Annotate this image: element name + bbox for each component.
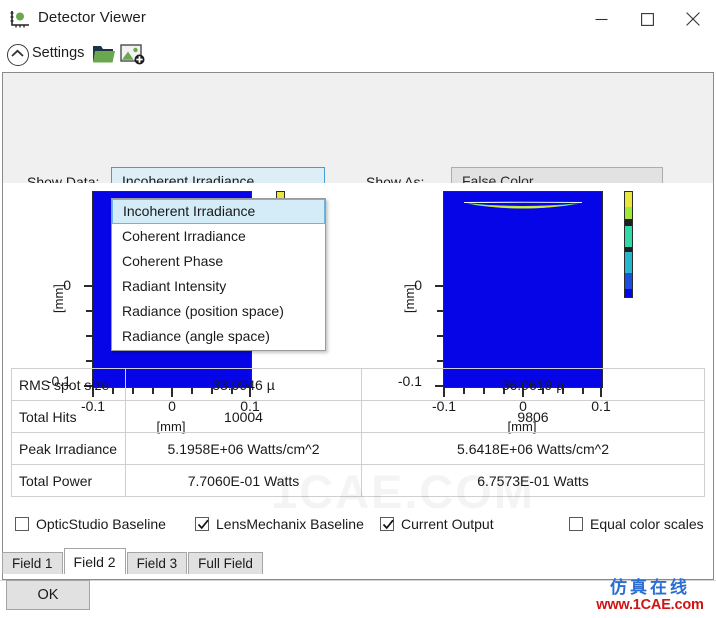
open-folder-icon[interactable] xyxy=(92,43,118,65)
row-value-col1: 7.7060E-01 Watts xyxy=(126,465,362,496)
window-controls xyxy=(578,0,716,38)
table-row: Peak Irradiance 5.1958E+06 Watts/cm^2 5.… xyxy=(11,433,705,465)
plot-right-axes xyxy=(443,191,603,388)
row-value-col2: 5.6418E+06 Watts/cm^2 xyxy=(457,440,609,457)
checkbox-current-output[interactable]: Current Output xyxy=(380,516,494,532)
detector-graph-icon xyxy=(10,10,30,28)
dropdown-option-radiance-angle-space[interactable]: Radiance (angle space) xyxy=(112,324,325,349)
tab-field-2[interactable]: Field 2 xyxy=(63,548,126,574)
footer-bar xyxy=(0,580,716,618)
dropdown-option-coherent-irradiance[interactable]: Coherent Irradiance xyxy=(112,224,325,249)
show-data-dropdown-list[interactable]: Incoherent Irradiance Coherent Irradianc… xyxy=(111,198,326,351)
row-value-col1: 10004 xyxy=(126,401,362,432)
maximize-button[interactable] xyxy=(624,0,670,38)
checkbox-equal-color-scales[interactable]: Equal color scales xyxy=(569,516,704,532)
plot-left-ytickmark xyxy=(86,310,92,312)
plot-right-streak xyxy=(463,201,583,209)
row-value-col2: 36.0619 µ xyxy=(501,376,565,393)
checkbox-label: Current Output xyxy=(401,516,494,532)
plot-left-ytickmark xyxy=(86,335,92,337)
checkbox-label: Equal color scales xyxy=(590,516,704,532)
plot-left-ytick-0: 0 xyxy=(63,277,71,293)
plot-right-ytickmark xyxy=(435,285,443,287)
plot-right-colorbar xyxy=(624,191,633,298)
detector-viewer-window: Detector Viewer Settings Show Data: Show… xyxy=(0,0,716,618)
plot-right-ytick-0: 0 xyxy=(414,277,422,293)
tab-full-field[interactable]: Full Field xyxy=(188,552,263,574)
plot-left-ytickmark xyxy=(84,285,92,287)
plot-right-ytickmark xyxy=(437,310,443,312)
plot-right-ytickmark xyxy=(437,360,443,362)
plot-left-ytickmark xyxy=(86,360,92,362)
viewer-panel: Show Data: Scale: Show As: Incoherent Ir… xyxy=(2,72,714,580)
dropdown-option-incoherent-irradiance[interactable]: Incoherent Irradiance xyxy=(112,199,325,224)
table-row: Total Hits 10004 9806 xyxy=(11,401,705,433)
checkbox-label: OpticStudio Baseline xyxy=(36,516,166,532)
tab-field-1[interactable]: Field 1 xyxy=(2,552,63,574)
row-value-col2: 9806 xyxy=(517,408,549,425)
settings-bar: Settings Graph Text xyxy=(0,38,716,103)
add-image-icon[interactable] xyxy=(120,43,146,65)
ok-button[interactable]: OK xyxy=(6,580,90,610)
field-tabs: Field 1 Field 2 Field 3 Full Field xyxy=(2,548,264,574)
dropdown-option-radiant-intensity[interactable]: Radiant Intensity xyxy=(112,274,325,299)
dropdown-option-coherent-phase[interactable]: Coherent Phase xyxy=(112,249,325,274)
detector-stats-table: RMS spot size 33.9946 µ 36.0619 µ Total … xyxy=(11,368,705,497)
checkbox-box[interactable] xyxy=(15,517,29,531)
table-row: Total Power 7.7060E-01 Watts 6.7573E-01 … xyxy=(11,465,705,497)
table-row: RMS spot size 33.9946 µ 36.0619 µ xyxy=(11,368,705,401)
overlay-options: OpticStudio Baseline LensMechanix Baseli… xyxy=(11,516,711,542)
checkbox-box[interactable] xyxy=(380,517,394,531)
title-bar: Detector Viewer xyxy=(0,0,716,38)
checkbox-label: LensMechanix Baseline xyxy=(216,516,364,532)
checkbox-lensmechanix-baseline[interactable]: LensMechanix Baseline xyxy=(195,516,364,532)
chevron-up-circle-icon[interactable] xyxy=(7,44,29,66)
row-label: Total Hits xyxy=(12,401,126,432)
row-value-col1: 5.1958E+06 Watts/cm^2 xyxy=(126,433,362,464)
plot-right-ytickmark xyxy=(437,335,443,337)
row-value-col2: 6.7573E-01 Watts xyxy=(477,472,589,489)
checkbox-opticstudio-baseline[interactable]: OpticStudio Baseline xyxy=(15,516,166,532)
checkbox-box[interactable] xyxy=(569,517,583,531)
row-label: Total Power xyxy=(12,465,126,496)
checkbox-box[interactable] xyxy=(195,517,209,531)
row-label: Peak Irradiance xyxy=(12,433,126,464)
dropdown-option-radiance-position-space[interactable]: Radiance (position space) xyxy=(112,299,325,324)
window-title: Detector Viewer xyxy=(38,9,146,26)
row-label: RMS spot size xyxy=(12,369,126,400)
row-value-col1: 33.9946 µ xyxy=(126,369,362,400)
close-button[interactable] xyxy=(670,0,716,38)
tab-field-3[interactable]: Field 3 xyxy=(126,552,188,574)
settings-label: Settings xyxy=(32,45,85,61)
minimize-button[interactable] xyxy=(578,0,624,38)
